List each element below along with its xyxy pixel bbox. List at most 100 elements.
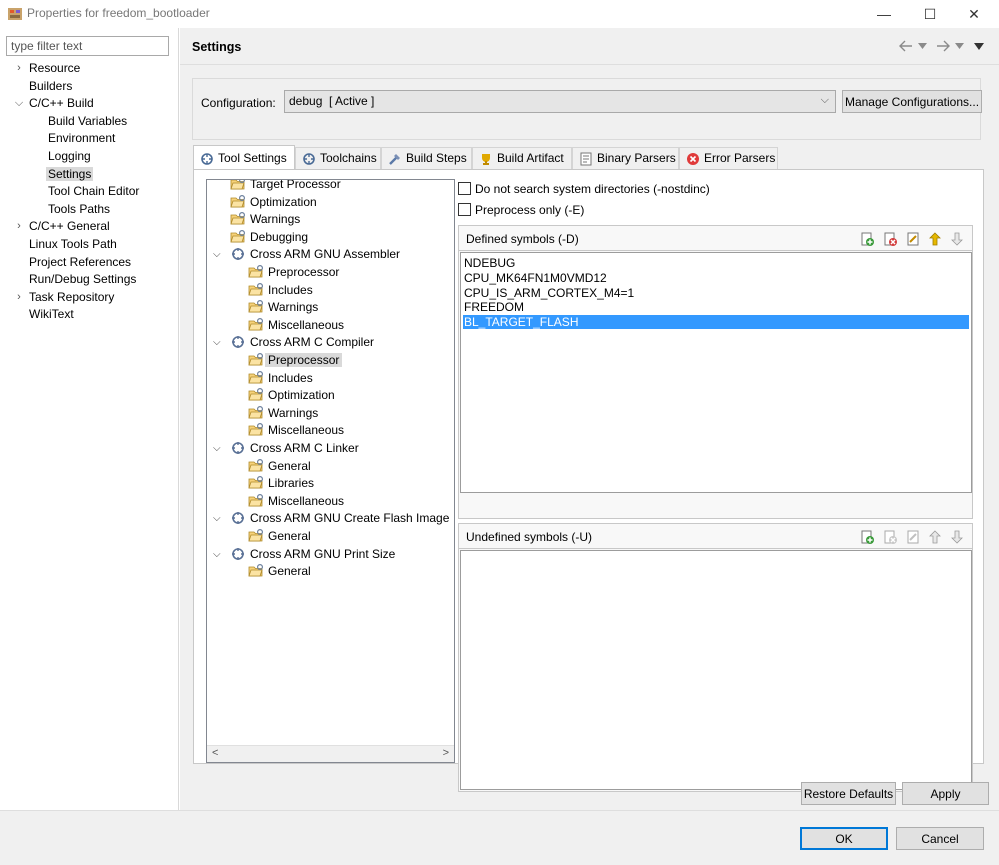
checkbox-box[interactable] bbox=[458, 182, 471, 195]
tree-tool-node[interactable]: ⌵ Cross ARM C Linker bbox=[213, 440, 359, 457]
delete-icon[interactable] bbox=[882, 231, 898, 247]
tree-option-node[interactable]: Miscellaneous bbox=[248, 493, 344, 510]
tree-option-node[interactable]: Includes bbox=[248, 370, 313, 387]
tree-option-node[interactable]: Preprocessor bbox=[248, 264, 339, 281]
tab-toolchains[interactable]: Toolchains bbox=[295, 147, 381, 169]
chevron-down-icon[interactable]: ⌵ bbox=[213, 546, 221, 563]
preprocess-only-checkbox[interactable]: Preprocess only (-E) bbox=[458, 203, 584, 217]
chevron-down-icon[interactable]: ⌵ bbox=[213, 246, 221, 263]
add-icon[interactable] bbox=[859, 529, 875, 545]
tree-option-node[interactable]: Preprocessor bbox=[248, 352, 343, 369]
tool-settings-icon bbox=[201, 153, 213, 165]
close-button[interactable]: ✕ bbox=[951, 0, 997, 28]
tab-build-steps[interactable]: Build Steps bbox=[381, 147, 472, 169]
cancel-button[interactable]: Cancel bbox=[896, 827, 984, 850]
chevron-down-icon[interactable]: ⌵ bbox=[213, 440, 221, 457]
chevron-right-icon[interactable]: › bbox=[13, 289, 25, 306]
sidebar-item-c-c-general[interactable]: › C/C++ General bbox=[17, 218, 110, 235]
scroll-right-icon[interactable]: > bbox=[443, 747, 449, 759]
back-dropdown-icon[interactable] bbox=[918, 43, 927, 49]
ok-button[interactable]: OK bbox=[800, 827, 888, 850]
tree-option-node[interactable]: Optimization bbox=[248, 387, 335, 404]
tree-option-node[interactable]: Libraries bbox=[248, 475, 314, 492]
forward-dropdown-icon[interactable] bbox=[955, 43, 964, 49]
tree-option-node[interactable]: General bbox=[248, 563, 311, 580]
tree-option-node[interactable]: Miscellaneous bbox=[248, 422, 344, 439]
chevron-down-icon[interactable]: ⌵ bbox=[213, 510, 221, 527]
tree-option-node[interactable]: Warnings bbox=[230, 211, 300, 228]
sidebar-item-task-repository[interactable]: › Task Repository bbox=[17, 289, 114, 306]
sidebar-item-logging[interactable]: Logging bbox=[48, 148, 91, 165]
window-titlebar: Properties for freedom_bootloader — ☐ ✕ bbox=[0, 0, 999, 28]
tree-option-node[interactable]: Target Processor bbox=[230, 180, 341, 193]
sidebar-item-tools-paths[interactable]: Tools Paths bbox=[48, 201, 110, 218]
apply-button[interactable]: Apply bbox=[902, 782, 989, 805]
tree-tool-node[interactable]: ⌵ Cross ARM GNU Assembler bbox=[213, 246, 401, 263]
horizontal-scrollbar[interactable]: < > bbox=[207, 745, 454, 762]
tree-option-node[interactable]: Warnings bbox=[248, 405, 318, 422]
option-folder-icon bbox=[248, 458, 264, 474]
tree-option-node[interactable]: Debugging bbox=[230, 229, 308, 246]
checkbox-box[interactable] bbox=[458, 203, 471, 216]
restore-defaults-button[interactable]: Restore Defaults bbox=[801, 782, 896, 805]
move-up-icon[interactable] bbox=[927, 231, 943, 247]
tab-tool-settings[interactable]: Tool Settings bbox=[193, 145, 295, 169]
chevron-right-icon[interactable]: › bbox=[13, 60, 25, 77]
chevron-down-icon[interactable]: ⌵ bbox=[13, 95, 25, 112]
nostdinc-checkbox[interactable]: Do not search system directories (-nostd… bbox=[458, 182, 710, 196]
tab-binary-parsers[interactable]: Binary Parsers bbox=[572, 147, 679, 169]
tab-error-parsers[interactable]: Error Parsers bbox=[679, 147, 778, 169]
manage-configurations-button[interactable]: Manage Configurations... bbox=[842, 90, 982, 113]
list-item[interactable]: FREEDOM bbox=[463, 300, 969, 314]
sidebar-item-resource[interactable]: › Resource bbox=[17, 60, 80, 77]
tree-tool-node[interactable]: ⌵ Cross ARM GNU Print Size bbox=[213, 546, 395, 563]
add-icon[interactable] bbox=[859, 231, 875, 247]
list-item[interactable]: NDEBUG bbox=[463, 256, 969, 270]
tree-tool-node[interactable]: ⌵ Cross ARM GNU Create Flash Image bbox=[213, 510, 449, 527]
list-item[interactable]: CPU_IS_ARM_CORTEX_M4=1 bbox=[463, 286, 969, 300]
edit-icon[interactable] bbox=[905, 231, 921, 247]
delete-icon[interactable] bbox=[882, 529, 898, 545]
view-menu-icon[interactable] bbox=[974, 43, 984, 50]
sidebar-item-label: Build Variables bbox=[48, 113, 128, 128]
sidebar-item-run-debug-settings[interactable]: Run/Debug Settings bbox=[29, 271, 136, 288]
tab-build-artifact[interactable]: Build Artifact bbox=[472, 147, 572, 169]
move-down-icon[interactable] bbox=[949, 529, 965, 545]
move-up-icon[interactable] bbox=[927, 529, 943, 545]
sidebar-item-project-references[interactable]: Project References bbox=[29, 254, 131, 271]
chevron-right-icon[interactable]: › bbox=[13, 218, 25, 235]
sidebar-item-build-variables[interactable]: Build Variables bbox=[48, 113, 127, 130]
filter-input[interactable] bbox=[6, 36, 169, 56]
tree-tool-node[interactable]: ⌵ Cross ARM C Compiler bbox=[213, 334, 374, 351]
sidebar-item-settings[interactable]: Settings bbox=[46, 166, 94, 183]
back-arrow-icon[interactable] bbox=[898, 40, 914, 52]
sidebar-item-label: Project References bbox=[29, 254, 132, 269]
tree-option-node[interactable]: Warnings bbox=[248, 299, 318, 316]
minimize-button[interactable]: — bbox=[861, 0, 907, 28]
undefined-symbols-list[interactable] bbox=[460, 550, 972, 790]
move-down-icon[interactable] bbox=[949, 231, 965, 247]
forward-arrow-icon[interactable] bbox=[935, 40, 951, 52]
configuration-select[interactable]: debug [ Active ] ⌵ bbox=[284, 90, 836, 113]
tree-option-node[interactable]: Includes bbox=[248, 282, 313, 299]
list-item[interactable]: CPU_MK64FN1M0VMD12 bbox=[463, 271, 969, 285]
scroll-left-icon[interactable]: < bbox=[212, 747, 218, 759]
sidebar-item-environment[interactable]: Environment bbox=[48, 130, 115, 147]
defined-symbols-list[interactable]: NDEBUG CPU_MK64FN1M0VMD12 CPU_IS_ARM_CORTE… bbox=[460, 252, 972, 493]
tree-node-label: Cross ARM GNU Assembler bbox=[250, 247, 401, 262]
sidebar-item-wikitext[interactable]: WikiText bbox=[29, 306, 74, 323]
edit-icon[interactable] bbox=[905, 529, 921, 545]
tree-option-node[interactable]: General bbox=[248, 458, 311, 475]
tree-option-node[interactable]: Optimization bbox=[230, 194, 317, 211]
sidebar-item-builders[interactable]: Builders bbox=[29, 78, 72, 95]
tree-option-node[interactable]: General bbox=[248, 528, 311, 545]
tree-option-node[interactable]: Miscellaneous bbox=[248, 317, 344, 334]
list-item[interactable]: BL_TARGET_FLASH bbox=[463, 315, 969, 330]
maximize-button[interactable]: ☐ bbox=[907, 0, 953, 28]
sidebar-item-linux-tools-path[interactable]: Linux Tools Path bbox=[29, 236, 117, 253]
chevron-down-icon[interactable]: ⌵ bbox=[213, 334, 221, 351]
tool-icon bbox=[230, 440, 246, 456]
sidebar-item-tool-chain-editor[interactable]: Tool Chain Editor bbox=[48, 183, 139, 200]
sidebar-item-c-c-build[interactable]: ⌵ C/C++ Build bbox=[15, 95, 94, 112]
tree-node-label: Preprocessor bbox=[265, 353, 343, 367]
